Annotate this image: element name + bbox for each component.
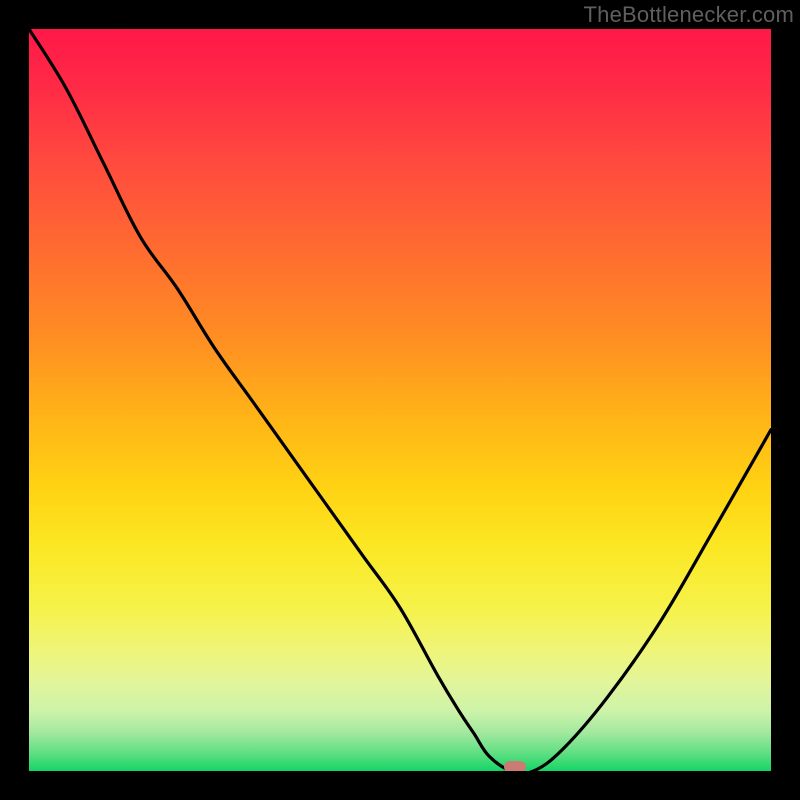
watermark-text: TheBottlenecker.com (584, 2, 794, 28)
optimal-point-marker (504, 761, 526, 771)
bottleneck-curve (29, 29, 771, 771)
chart-frame: TheBottlenecker.com (0, 0, 800, 800)
curve-path (29, 29, 771, 771)
plot-area (29, 29, 771, 771)
